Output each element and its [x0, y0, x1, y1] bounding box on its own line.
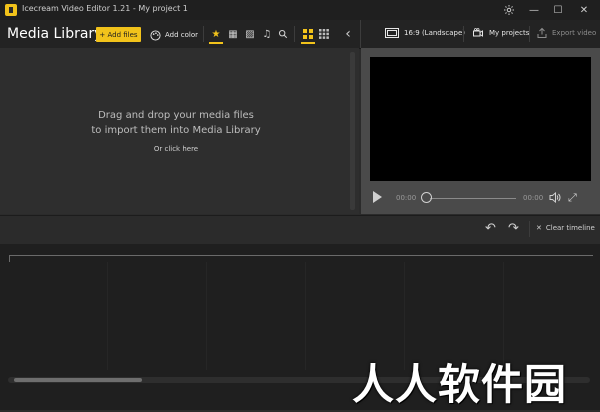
grid-small-icon	[319, 29, 329, 39]
toolbar-divider	[294, 26, 295, 42]
filter-audio-music-note-icon[interactable]: ♫	[260, 27, 274, 41]
watermark-text: 人人软件园	[352, 360, 568, 409]
clear-timeline-label: Clear timeline	[545, 224, 595, 232]
play-icon[interactable]	[373, 191, 382, 203]
filter-all-star-icon[interactable]: ★	[209, 27, 223, 41]
toolbar-divider	[203, 26, 204, 42]
filter-image-icon[interactable]: ▨	[243, 27, 257, 41]
active-filter-indicator	[209, 42, 223, 44]
redo-icon[interactable]: ↷	[508, 221, 519, 236]
filter-video-film-icon[interactable]: ▦	[226, 27, 240, 41]
export-video-button[interactable]: Export video	[536, 27, 596, 39]
clear-timeline-button[interactable]: ✕ Clear timeline	[536, 224, 595, 232]
my-projects-button[interactable]: My projects	[472, 27, 529, 39]
close-icon: ✕	[536, 224, 542, 232]
toolbar-divider	[529, 26, 530, 42]
timeline-ruler	[9, 255, 593, 256]
my-projects-label: My projects	[489, 29, 530, 37]
add-color-button[interactable]: Add color	[150, 28, 198, 42]
large-grid-view-icon[interactable]	[301, 27, 315, 41]
close-button[interactable]: ✕	[572, 0, 596, 20]
timeline-divider	[529, 221, 530, 237]
click-here-link[interactable]: Or click here	[0, 145, 352, 153]
active-view-indicator	[301, 42, 315, 44]
camera-projects-icon	[473, 28, 483, 37]
add-files-button[interactable]: + Add files	[96, 27, 141, 42]
export-video-label: Export video	[552, 29, 597, 37]
drop-hint-line1: Drag and drop your media files	[98, 110, 254, 121]
grid-large-icon	[303, 29, 313, 39]
volume-icon[interactable]	[549, 191, 561, 206]
gear-icon	[504, 5, 514, 15]
timeline-gridline	[305, 262, 306, 370]
palette-icon	[150, 29, 161, 41]
video-preview	[370, 57, 591, 181]
seek-handle[interactable]	[421, 192, 432, 203]
upload-export-icon	[537, 27, 547, 38]
timeline-ruler-tick	[9, 255, 10, 262]
current-time: 00:00	[396, 194, 417, 202]
app-logo-icon	[5, 4, 17, 16]
seek-bar[interactable]	[430, 198, 516, 199]
speaker-icon	[549, 191, 561, 204]
minimize-button[interactable]: —	[522, 0, 546, 20]
fullscreen-icon[interactable]: ⤢	[568, 191, 577, 205]
drop-hint-line2: to import them into Media Library	[91, 125, 261, 136]
aspect-ratio-button[interactable]: 16:9 (Landscape)	[385, 28, 465, 38]
total-time: 00:00	[523, 194, 544, 202]
timeline-gridline	[206, 262, 207, 370]
undo-icon[interactable]: ↶	[485, 221, 496, 236]
aspect-ratio-label: 16:9 (Landscape)	[404, 29, 466, 37]
add-color-label: Add color	[165, 31, 199, 39]
search-icon[interactable]	[276, 27, 290, 41]
timeline-gridline	[107, 262, 108, 370]
film-frame-icon	[385, 28, 399, 38]
toolbar-divider	[360, 20, 361, 48]
toolbar-divider	[463, 26, 464, 42]
magnifier-icon	[278, 29, 288, 39]
window-title: Icecream Video Editor 1.21 - My project …	[22, 4, 188, 13]
media-library-title: Media Library	[7, 26, 103, 42]
settings-gear-icon[interactable]	[497, 0, 521, 20]
maximize-button[interactable]: ☐	[546, 0, 570, 20]
collapse-panel-chevron-icon[interactable]: ‹	[341, 26, 355, 42]
small-grid-view-icon[interactable]	[317, 27, 331, 41]
timeline-scroll-thumb[interactable]	[14, 378, 142, 382]
